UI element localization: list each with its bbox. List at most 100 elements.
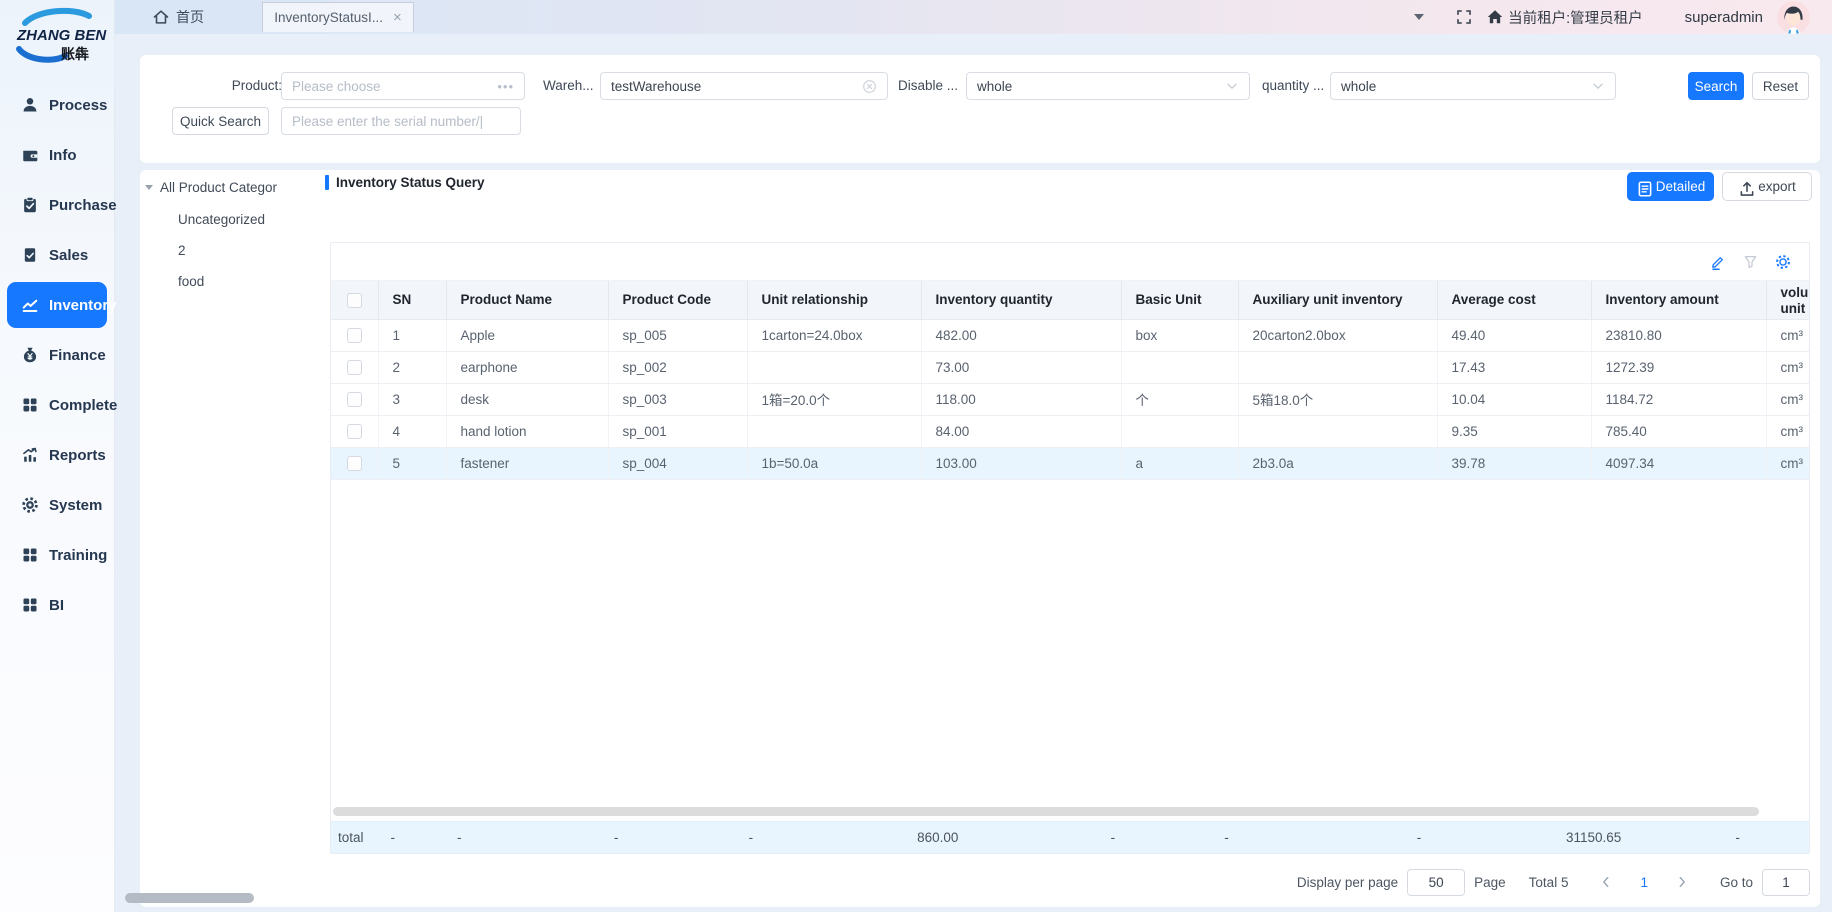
tab-inventory-status[interactable]: InventoryStatusI... ×	[262, 2, 414, 32]
home-tab[interactable]: 首页	[152, 7, 204, 27]
quick-search-button[interactable]: Quick Search	[172, 107, 269, 135]
clipboard-icon	[21, 196, 39, 214]
page-label: Page	[1474, 875, 1506, 890]
sidebar-item-info[interactable]: Info	[0, 130, 114, 180]
disable-select[interactable]: whole	[966, 72, 1250, 100]
search-button[interactable]: Search	[1688, 72, 1744, 100]
tab-close-icon[interactable]: ×	[393, 9, 402, 26]
table-cell: 118.00	[921, 383, 1121, 415]
table-cell: 39.78	[1437, 447, 1591, 479]
row-checkbox[interactable]	[347, 424, 362, 439]
clear-icon[interactable]	[862, 79, 877, 94]
table-row[interactable]: 5fastenersp_0041b=50.0a103.00a2b3.0a39.7…	[331, 447, 1809, 479]
row-checkbox[interactable]	[347, 328, 362, 343]
tree-item[interactable]: 2	[178, 243, 186, 258]
column-header: Product Code	[608, 281, 747, 319]
page-horizontal-scrollbar-thumb[interactable]	[125, 893, 254, 903]
page-number-current[interactable]: 1	[1630, 875, 1658, 890]
table-cell	[1121, 351, 1238, 383]
sidebar-menu: ProcessInfoPurchaseSalesInventoryFinance…	[0, 80, 114, 630]
table-cell	[1238, 415, 1437, 447]
table-horizontal-scrollbar[interactable]	[333, 807, 1759, 816]
product-input[interactable]: •••	[281, 72, 525, 100]
table-cell: 4	[378, 415, 446, 447]
table-cell: cm³	[1766, 383, 1809, 415]
tree-caret-icon[interactable]	[145, 185, 153, 190]
table-row[interactable]: 3desksp_0031箱=20.0个118.00个5箱18.0个10.0411…	[331, 383, 1809, 415]
select-all-checkbox[interactable]	[347, 293, 362, 308]
table-cell: 4097.34	[1591, 447, 1766, 479]
sidebar-item-complete[interactable]: Complete	[0, 380, 114, 430]
product-input-field[interactable]	[292, 79, 497, 94]
sidebar-item-training[interactable]: Training	[0, 530, 114, 580]
sidebar-item-finance[interactable]: Finance	[0, 330, 114, 380]
ellipsis-icon[interactable]: •••	[497, 79, 514, 94]
tabs-dropdown-caret-icon[interactable]	[1414, 14, 1424, 20]
sidebar-item-label: Training	[49, 547, 107, 564]
sidebar-item-label: Sales	[49, 247, 88, 264]
warehouse-input[interactable]	[600, 72, 888, 100]
table-cell: 5箱18.0个	[1238, 383, 1437, 415]
total-label: total	[331, 830, 376, 845]
total-cell: -	[1721, 830, 1809, 845]
sidebar-item-reports[interactable]: Reports	[0, 430, 114, 480]
column-header: volume unit	[1766, 281, 1809, 319]
grid-icon	[21, 546, 39, 564]
table-cell: 49.40	[1437, 319, 1591, 351]
total-cell: -	[1210, 830, 1403, 845]
sidebar-item-bi[interactable]: BI	[0, 580, 114, 630]
sidebar-item-system[interactable]: System	[0, 480, 114, 530]
detailed-button[interactable]: Detailed	[1627, 172, 1714, 201]
column-header: Unit relationship	[747, 281, 921, 319]
table-settings-gear-icon[interactable]	[1775, 254, 1791, 270]
warehouse-input-field[interactable]	[611, 79, 862, 94]
row-checkbox[interactable]	[347, 392, 362, 407]
disable-label: Disable ...	[898, 72, 958, 100]
row-checkbox[interactable]	[347, 360, 362, 375]
tree-item[interactable]: food	[178, 274, 204, 289]
username[interactable]: superadmin	[1685, 9, 1763, 26]
goto-page-input[interactable]	[1762, 869, 1810, 896]
table-row[interactable]: 1Applesp_0051carton=24.0box482.00box20ca…	[331, 319, 1809, 351]
warehouse-label: Wareh...	[543, 72, 594, 100]
user-avatar[interactable]	[1777, 1, 1810, 34]
filter-funnel-icon[interactable]	[1743, 254, 1758, 269]
tenant-info[interactable]: 当前租户:管理员租户	[1486, 7, 1643, 28]
quantity-select-value: whole	[1341, 79, 1376, 94]
table-row[interactable]: 2earphonesp_00273.0017.431272.39cm³	[331, 351, 1809, 383]
sidebar-item-inventory[interactable]: Inventory	[7, 282, 107, 328]
receipt-icon	[21, 246, 39, 264]
edit-pen-icon[interactable]	[1710, 254, 1726, 270]
prev-page-icon[interactable]	[1591, 875, 1621, 889]
table-cell	[1238, 351, 1437, 383]
sidebar-item-process[interactable]: Process	[0, 80, 114, 130]
row-checkbox[interactable]	[347, 456, 362, 471]
sidebar-item-label: Inventory	[49, 297, 117, 314]
table-cell: cm³	[1766, 415, 1809, 447]
next-page-icon[interactable]	[1667, 875, 1697, 889]
table-cell: 5	[378, 447, 446, 479]
tree-item[interactable]: Uncategorized	[178, 212, 265, 227]
main-panel: All Product Categor Uncategorized2food I…	[140, 170, 1820, 907]
quantity-select[interactable]: whole	[1330, 72, 1616, 100]
total-cell: -	[1403, 830, 1552, 845]
inventory-table-container: SNProduct NameProduct CodeUnit relations…	[330, 242, 1810, 854]
table-cell	[747, 351, 921, 383]
table-row[interactable]: 4hand lotionsp_00184.009.35785.40cm³	[331, 415, 1809, 447]
table-cell: 23810.80	[1591, 319, 1766, 351]
moneybag-icon	[21, 346, 39, 364]
tree-root-label: All Product Categor	[160, 180, 277, 195]
page-size-input[interactable]	[1407, 869, 1465, 896]
quick-search-input[interactable]	[281, 107, 521, 135]
table-cell: sp_005	[608, 319, 747, 351]
quick-search-input-field[interactable]	[292, 114, 510, 129]
reset-button[interactable]: Reset	[1752, 72, 1809, 100]
sidebar-item-purchase[interactable]: Purchase	[0, 180, 114, 230]
chart-icon	[21, 446, 39, 464]
fullscreen-icon[interactable]	[1456, 9, 1472, 25]
tree-root-all-categories[interactable]: All Product Categor	[145, 180, 277, 195]
export-button[interactable]: export	[1722, 172, 1812, 201]
table-cell: 1	[378, 319, 446, 351]
sidebar-item-sales[interactable]: Sales	[0, 230, 114, 280]
pagination: Display per page Page Total 5 1 Go to	[1297, 862, 1810, 902]
